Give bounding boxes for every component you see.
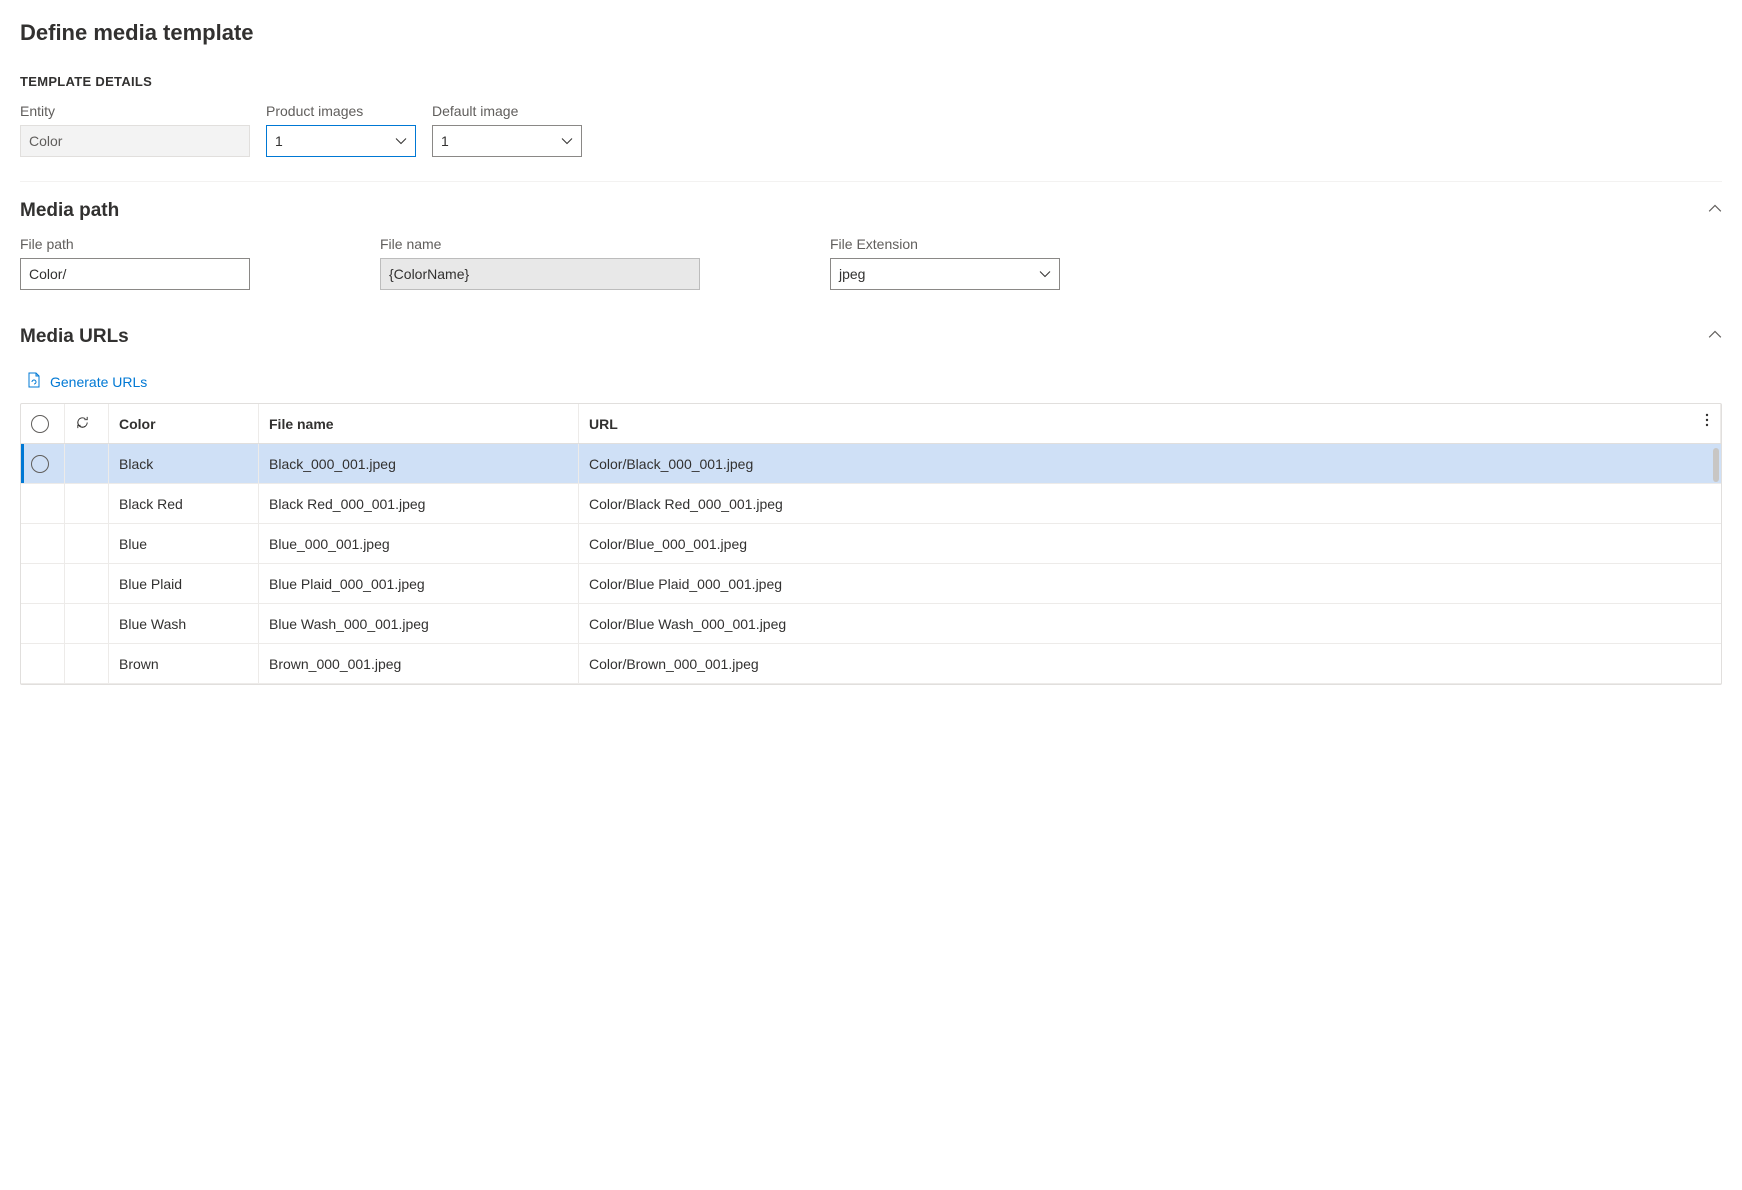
cell-url: Color/Black Red_000_001.jpeg bbox=[579, 484, 1721, 523]
default-image-label: Default image bbox=[432, 103, 582, 119]
cell-file-name: Blue Wash_000_001.jpeg bbox=[259, 604, 579, 643]
media-path-fields: File path Color/ File name {ColorName} F… bbox=[20, 236, 1722, 290]
row-refresh-cell bbox=[65, 484, 109, 523]
file-extension-label: File Extension bbox=[830, 236, 1060, 252]
cell-url: Color/Black_000_001.jpeg bbox=[579, 444, 1721, 483]
row-select-cell[interactable] bbox=[21, 604, 65, 643]
cell-file-name: Blue_000_001.jpeg bbox=[259, 524, 579, 563]
table-row[interactable]: BlueBlue_000_001.jpegColor/Blue_000_001.… bbox=[21, 524, 1721, 564]
row-select-cell[interactable] bbox=[21, 484, 65, 523]
cell-url: Color/Brown_000_001.jpeg bbox=[579, 644, 1721, 683]
cell-url: Color/Blue Plaid_000_001.jpeg bbox=[579, 564, 1721, 603]
row-refresh-cell bbox=[65, 524, 109, 563]
col-color[interactable]: Color bbox=[109, 404, 259, 443]
row-select-cell[interactable] bbox=[21, 644, 65, 683]
chevron-down-icon bbox=[561, 135, 573, 147]
file-name-label: File name bbox=[380, 236, 700, 252]
cell-file-name: Black Red_000_001.jpeg bbox=[259, 484, 579, 523]
cell-url: Color/Blue Wash_000_001.jpeg bbox=[579, 604, 1721, 643]
row-refresh-cell bbox=[65, 444, 109, 483]
more-vertical-icon bbox=[1699, 415, 1715, 431]
file-name-input[interactable]: {ColorName} bbox=[380, 258, 700, 290]
cell-color: Brown bbox=[109, 644, 259, 683]
scrollbar-thumb[interactable] bbox=[1713, 448, 1719, 482]
col-url[interactable]: URL bbox=[579, 404, 1721, 443]
entity-value: Color bbox=[29, 133, 62, 149]
cell-file-name: Brown_000_001.jpeg bbox=[259, 644, 579, 683]
default-image-select[interactable]: 1 bbox=[432, 125, 582, 157]
row-select-cell[interactable] bbox=[21, 444, 65, 483]
file-path-input[interactable]: Color/ bbox=[20, 258, 250, 290]
table-row[interactable]: BrownBrown_000_001.jpegColor/Brown_000_0… bbox=[21, 644, 1721, 684]
template-details-heading: TEMPLATE DETAILS bbox=[20, 74, 1722, 89]
cell-color: Blue bbox=[109, 524, 259, 563]
row-refresh-cell bbox=[65, 644, 109, 683]
select-all-cell[interactable] bbox=[21, 404, 65, 443]
cell-color: Blue Plaid bbox=[109, 564, 259, 603]
file-name-value: {ColorName} bbox=[389, 266, 469, 282]
media-urls-header[interactable]: Media URLs bbox=[20, 308, 1722, 362]
media-urls-heading: Media URLs bbox=[20, 326, 129, 348]
row-select-cell[interactable] bbox=[21, 524, 65, 563]
media-path-header[interactable]: Media path bbox=[20, 181, 1722, 236]
refresh-cell[interactable] bbox=[65, 404, 109, 443]
chevron-down-icon bbox=[1039, 268, 1051, 280]
file-path-value: Color/ bbox=[29, 266, 66, 282]
table-row[interactable]: Black RedBlack Red_000_001.jpegColor/Bla… bbox=[21, 484, 1721, 524]
cell-color: Blue Wash bbox=[109, 604, 259, 643]
cell-file-name: Black_000_001.jpeg bbox=[259, 444, 579, 483]
radio-icon bbox=[31, 455, 49, 473]
product-images-value: 1 bbox=[275, 133, 283, 149]
media-path-heading: Media path bbox=[20, 200, 119, 222]
more-options[interactable] bbox=[1699, 412, 1715, 431]
grid-header: Color File name URL bbox=[21, 404, 1721, 444]
generate-urls-label: Generate URLs bbox=[50, 374, 147, 390]
row-refresh-cell bbox=[65, 604, 109, 643]
file-path-label: File path bbox=[20, 236, 250, 252]
cell-color: Black bbox=[109, 444, 259, 483]
radio-icon bbox=[31, 415, 49, 433]
chevron-up-icon bbox=[1708, 200, 1722, 222]
document-refresh-icon bbox=[26, 372, 42, 391]
product-images-select[interactable]: 1 bbox=[266, 125, 416, 157]
default-image-value: 1 bbox=[441, 133, 449, 149]
row-refresh-cell bbox=[65, 564, 109, 603]
chevron-up-icon bbox=[1708, 326, 1722, 348]
cell-url: Color/Blue_000_001.jpeg bbox=[579, 524, 1721, 563]
cell-color: Black Red bbox=[109, 484, 259, 523]
table-row[interactable]: Blue WashBlue Wash_000_001.jpegColor/Blu… bbox=[21, 604, 1721, 644]
file-extension-value: jpeg bbox=[839, 266, 865, 282]
generate-urls-link[interactable]: Generate URLs bbox=[26, 372, 1722, 391]
entity-label: Entity bbox=[20, 103, 250, 119]
entity-field: Color bbox=[20, 125, 250, 157]
file-extension-select[interactable]: jpeg bbox=[830, 258, 1060, 290]
chevron-down-icon bbox=[395, 135, 407, 147]
media-urls-grid: Color File name URL BlackBlack_000_001.j… bbox=[20, 403, 1722, 685]
page-title: Define media template bbox=[20, 20, 1722, 46]
product-images-label: Product images bbox=[266, 103, 416, 119]
row-select-cell[interactable] bbox=[21, 564, 65, 603]
table-row[interactable]: Blue PlaidBlue Plaid_000_001.jpegColor/B… bbox=[21, 564, 1721, 604]
cell-file-name: Blue Plaid_000_001.jpeg bbox=[259, 564, 579, 603]
template-details-row: Entity Color Product images 1 Default im… bbox=[20, 103, 1722, 157]
table-row[interactable]: BlackBlack_000_001.jpegColor/Black_000_0… bbox=[21, 444, 1721, 484]
col-file-name[interactable]: File name bbox=[259, 404, 579, 443]
refresh-icon bbox=[75, 415, 90, 433]
